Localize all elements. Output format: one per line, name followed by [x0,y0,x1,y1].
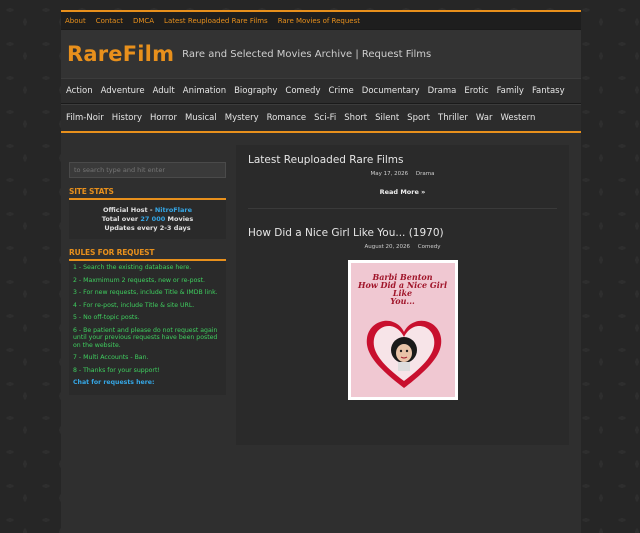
page-wrapper: About Contact DMCA Latest Reuploaded Rar… [61,10,581,533]
genre-link[interactable]: Erotic [464,86,488,96]
poster-text: You... [390,296,415,306]
post-meta: May 17, 2026 Drama [248,171,557,177]
genre-link[interactable]: Horror [150,113,177,123]
genre-nav-row-1: Action Adventure Adult Animation Biograp… [61,78,581,104]
sidebar: SITE STATS Official Host - NitroFlare To… [69,157,226,395]
post-title[interactable]: How Did a Nice Girl Like You... (1970) [248,227,557,239]
stats-total-line: Total over 27 000 Movies [69,215,226,224]
site-logo[interactable]: RareFilm [67,42,174,66]
genre-link[interactable]: Mystery [225,113,259,123]
top-link-about[interactable]: About [65,17,86,25]
rule-item[interactable]: 1 - Search the existing database here. [73,264,222,272]
post-date: August 20, 2026 [364,244,411,250]
post: How Did a Nice Girl Like You... (1970) A… [236,218,569,409]
site-tagline: Rare and Selected Movies Archive | Reque… [182,48,432,60]
genre-link[interactable]: Biography [234,86,277,96]
post-category[interactable]: Comedy [418,244,441,250]
post-date: May 17, 2026 [370,171,409,177]
rule-item: 6 - Be patient and please do not request… [73,326,218,349]
read-more-link[interactable]: Read More » [248,188,557,196]
genre-link[interactable]: Film-Noir [66,113,104,123]
movie-poster[interactable]: Barbi Benton How Did a Nice Girl Like Yo… [347,260,458,400]
top-link-requests[interactable]: Rare Movies of Request [278,17,360,25]
genre-link[interactable]: Musical [185,113,217,123]
top-link-contact[interactable]: Contact [96,17,123,25]
genre-nav-row-2: Film-Noir History Horror Musical Mystery… [61,104,581,133]
stats-host-prefix: Official Host - [103,206,155,214]
genre-link[interactable]: Action [66,86,93,96]
genre-link[interactable]: Animation [183,86,226,96]
movie-count: 27 000 [140,215,166,223]
top-links-bar: About Contact DMCA Latest Reuploaded Rar… [61,10,581,29]
top-link-latest[interactable]: Latest Reuploaded Rare Films [164,17,268,25]
site-header: RareFilm Rare and Selected Movies Archiv… [61,29,581,78]
top-link-dmca[interactable]: DMCA [133,17,154,25]
poster-heart-image [366,320,441,388]
rule-item: 4 - For re-post, include Title & site UR… [73,301,195,309]
rules-title: RULES FOR REQUEST [69,248,226,261]
genre-link[interactable]: Fantasy [532,86,565,96]
stats-total-prefix: Total over [101,215,141,223]
site-stats-widget: Official Host - NitroFlare Total over 27… [69,200,226,239]
genre-link[interactable]: Romance [267,113,307,123]
genre-link[interactable]: Thriller [438,113,468,123]
poster-title: Barbi Benton How Did a Nice Girl Like Yo… [351,263,455,305]
post: Latest Reuploaded Rare Films May 17, 202… [236,145,569,218]
content-area: SITE STATS Official Host - NitroFlare To… [61,133,581,533]
main-posts: Latest Reuploaded Rare Films May 17, 202… [236,145,569,445]
rule-item: 5 - No off-topic posts. [73,314,140,321]
stats-update-line: Updates every 2-3 days [104,224,191,232]
genre-link[interactable]: Short [344,113,367,123]
genre-link[interactable]: Western [500,113,535,123]
genre-link[interactable]: Adventure [101,86,145,96]
site-stats-title: SITE STATS [69,187,226,200]
rule-item: 3 - For new requests, include Title & IM… [73,289,218,296]
genre-link[interactable]: Crime [328,86,353,96]
host-link[interactable]: NitroFlare [155,206,192,214]
genre-link[interactable]: Comedy [285,86,320,96]
genre-link[interactable]: Adult [153,86,175,96]
stats-total-suffix: Movies [165,215,194,223]
search-input[interactable] [69,162,226,178]
genre-link[interactable]: Documentary [362,86,420,96]
genre-link[interactable]: Drama [428,86,457,96]
genre-link[interactable]: Silent [375,113,399,123]
genre-link[interactable]: Sci-Fi [314,113,336,123]
post-category[interactable]: Drama [416,171,435,177]
post-title[interactable]: Latest Reuploaded Rare Films [248,154,557,166]
genre-link[interactable]: War [476,113,493,123]
post-meta: August 20, 2026 Comedy [248,244,557,250]
rules-widget: 1 - Search the existing database here. 2… [69,261,226,395]
genre-link[interactable]: Family [497,86,524,96]
rule-item: 8 - Thanks for your support! [73,366,160,374]
stats-host-line: Official Host - NitroFlare [69,206,226,215]
genre-link[interactable]: History [112,113,142,123]
rule-item: 7 - Multi Accounts - Ban. [73,354,149,361]
chat-link[interactable]: Chat for requests here: [73,379,222,387]
genre-link[interactable]: Sport [407,113,430,123]
rule-item: 2 - Maxmimum 2 requests, new or re-post. [73,276,205,284]
post-divider [248,208,557,209]
